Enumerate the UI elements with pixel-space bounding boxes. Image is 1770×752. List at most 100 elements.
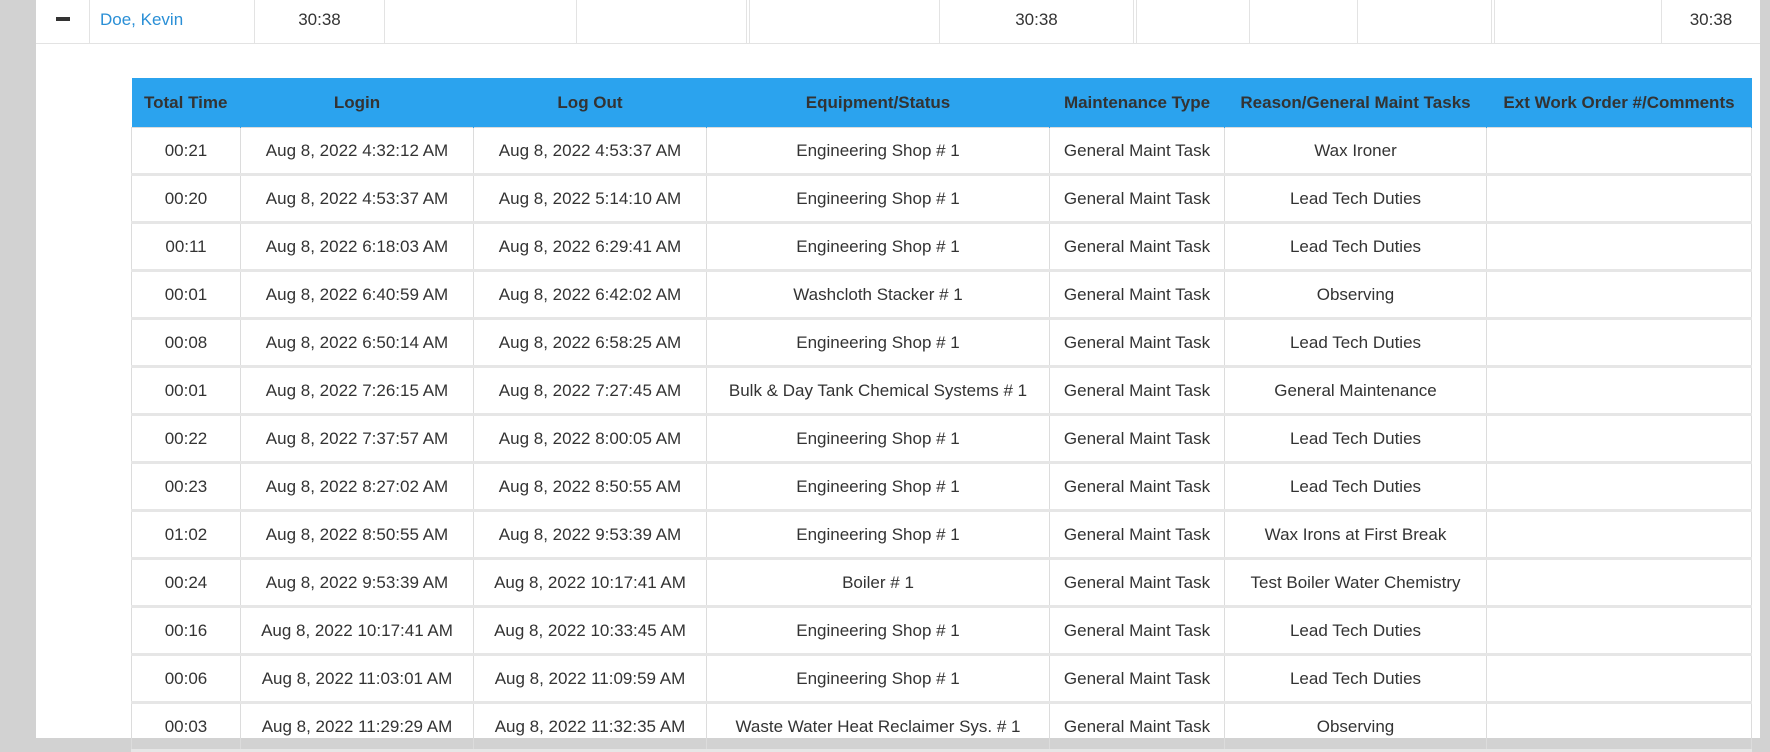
cell-logout: Aug 8, 2022 10:17:41 AM xyxy=(473,558,707,608)
cell-logout: Aug 8, 2022 6:58:25 AM xyxy=(473,318,707,368)
cell-equipment: Engineering Shop # 1 xyxy=(706,174,1050,224)
employee-summary-row: Doe, Kevin 30:38 30:38 30:38 xyxy=(36,0,1760,44)
cell-comments xyxy=(1486,174,1752,224)
cell-maintenance-type: General Maint Task xyxy=(1049,174,1225,224)
cell-login: Aug 8, 2022 6:18:03 AM xyxy=(240,222,474,272)
cell-comments xyxy=(1486,318,1752,368)
cell-total-time: 00:23 xyxy=(131,462,241,512)
cell-logout: Aug 8, 2022 6:42:02 AM xyxy=(473,270,707,320)
table-row: 00:22 Aug 8, 2022 7:37:57 AM Aug 8, 2022… xyxy=(131,414,1752,464)
cell-equipment: Washcloth Stacker # 1 xyxy=(706,270,1050,320)
cell-reason: General Maintenance xyxy=(1224,366,1487,416)
cell-reason: Lead Tech Duties xyxy=(1224,462,1487,512)
time-entries-table: Total Time Login Log Out Equipment/Statu… xyxy=(131,78,1752,752)
cell-equipment: Engineering Shop # 1 xyxy=(706,222,1050,272)
cell-equipment: Engineering Shop # 1 xyxy=(706,462,1050,512)
table-row: 00:01 Aug 8, 2022 7:26:15 AM Aug 8, 2022… xyxy=(131,366,1752,416)
summary-empty-cell xyxy=(750,0,940,43)
cell-equipment: Engineering Shop # 1 xyxy=(706,318,1050,368)
cell-comments xyxy=(1486,558,1752,608)
minus-icon xyxy=(55,16,70,21)
cell-maintenance-type: General Maint Task xyxy=(1049,127,1225,176)
cell-total-time: 00:06 xyxy=(131,654,241,704)
cell-logout: Aug 8, 2022 8:50:55 AM xyxy=(473,462,707,512)
cell-logout: Aug 8, 2022 5:14:10 AM xyxy=(473,174,707,224)
cell-login: Aug 8, 2022 8:27:02 AM xyxy=(240,462,474,512)
cell-equipment: Boiler # 1 xyxy=(706,558,1050,608)
cell-maintenance-type: General Maint Task xyxy=(1049,462,1225,512)
cell-equipment: Engineering Shop # 1 xyxy=(706,654,1050,704)
cell-total-time: 01:02 xyxy=(131,510,241,560)
cell-login: Aug 8, 2022 7:37:57 AM xyxy=(240,414,474,464)
cell-login: Aug 8, 2022 10:17:41 AM xyxy=(240,606,474,656)
cell-comments xyxy=(1486,654,1752,704)
cell-comments xyxy=(1486,270,1752,320)
cell-comments xyxy=(1486,414,1752,464)
cell-maintenance-type: General Maint Task xyxy=(1049,270,1225,320)
summary-total-time: 30:38 xyxy=(255,0,385,43)
cell-logout: Aug 8, 2022 11:09:59 AM xyxy=(473,654,707,704)
cell-reason: Wax Irons at First Break xyxy=(1224,510,1487,560)
summary-empty-cell xyxy=(1358,0,1492,43)
cell-login: Aug 8, 2022 9:53:39 AM xyxy=(240,558,474,608)
summary-empty-cell xyxy=(1250,0,1358,43)
summary-empty-cell xyxy=(385,0,577,43)
employee-cell: Doe, Kevin xyxy=(90,0,255,43)
table-row: 00:11 Aug 8, 2022 6:18:03 AM Aug 8, 2022… xyxy=(131,222,1752,272)
cell-total-time: 00:03 xyxy=(131,702,241,752)
column-header-equipment[interactable]: Equipment/Status xyxy=(706,78,1050,128)
cell-comments xyxy=(1486,366,1752,416)
table-row: 00:01 Aug 8, 2022 6:40:59 AM Aug 8, 2022… xyxy=(131,270,1752,320)
cell-logout: Aug 8, 2022 4:53:37 AM xyxy=(473,127,707,176)
cell-comments xyxy=(1486,127,1752,176)
table-row: 01:02 Aug 8, 2022 8:50:55 AM Aug 8, 2022… xyxy=(131,510,1752,560)
cell-comments xyxy=(1486,702,1752,752)
cell-total-time: 00:08 xyxy=(131,318,241,368)
summary-value-cell: 30:38 xyxy=(1689,10,1733,29)
summary-empty-cell xyxy=(1495,0,1662,43)
table-row: 00:20 Aug 8, 2022 4:53:37 AM Aug 8, 2022… xyxy=(131,174,1752,224)
cell-logout: Aug 8, 2022 8:00:05 AM xyxy=(473,414,707,464)
employee-name-link[interactable]: Doe, Kevin xyxy=(90,10,183,29)
cell-equipment: Waste Water Heat Reclaimer Sys. # 1 xyxy=(706,702,1050,752)
cell-equipment: Bulk & Day Tank Chemical Systems # 1 xyxy=(706,366,1050,416)
cell-login: Aug 8, 2022 4:32:12 AM xyxy=(240,127,474,176)
cell-reason: Lead Tech Duties xyxy=(1224,414,1487,464)
table-row: 00:23 Aug 8, 2022 8:27:02 AM Aug 8, 2022… xyxy=(131,462,1752,512)
cell-reason: Lead Tech Duties xyxy=(1224,654,1487,704)
cell-logout: Aug 8, 2022 9:53:39 AM xyxy=(473,510,707,560)
cell-maintenance-type: General Maint Task xyxy=(1049,654,1225,704)
cell-total-time: 00:01 xyxy=(131,366,241,416)
column-header-reason[interactable]: Reason/General Maint Tasks xyxy=(1224,78,1487,128)
cell-total-time: 00:21 xyxy=(131,127,241,176)
column-header-logout[interactable]: Log Out xyxy=(473,78,707,128)
column-header-login[interactable]: Login xyxy=(240,78,474,128)
cell-reason: Test Boiler Water Chemistry xyxy=(1224,558,1487,608)
cell-login: Aug 8, 2022 7:26:15 AM xyxy=(240,366,474,416)
cell-comments xyxy=(1486,606,1752,656)
table-row: 00:08 Aug 8, 2022 6:50:14 AM Aug 8, 2022… xyxy=(131,318,1752,368)
collapse-button[interactable] xyxy=(36,0,90,43)
cell-equipment: Engineering Shop # 1 xyxy=(706,127,1050,176)
cell-login: Aug 8, 2022 6:40:59 AM xyxy=(240,270,474,320)
cell-logout: Aug 8, 2022 7:27:45 AM xyxy=(473,366,707,416)
table-row: 00:16 Aug 8, 2022 10:17:41 AM Aug 8, 202… xyxy=(131,606,1752,656)
cell-maintenance-type: General Maint Task xyxy=(1049,414,1225,464)
cell-equipment: Engineering Shop # 1 xyxy=(706,414,1050,464)
cell-logout: Aug 8, 2022 11:32:35 AM xyxy=(473,702,707,752)
cell-reason: Observing xyxy=(1224,702,1487,752)
column-header-comments[interactable]: Ext Work Order #/Comments xyxy=(1486,78,1752,128)
cell-total-time: 00:11 xyxy=(131,222,241,272)
column-header-maintenance-type[interactable]: Maintenance Type xyxy=(1049,78,1225,128)
cell-reason: Lead Tech Duties xyxy=(1224,318,1487,368)
cell-reason: Lead Tech Duties xyxy=(1224,222,1487,272)
cell-maintenance-type: General Maint Task xyxy=(1049,558,1225,608)
cell-maintenance-type: General Maint Task xyxy=(1049,606,1225,656)
column-header-total-time[interactable]: Total Time xyxy=(131,78,241,128)
cell-total-time: 00:24 xyxy=(131,558,241,608)
cell-maintenance-type: General Maint Task xyxy=(1049,222,1225,272)
cell-reason: Wax Ironer xyxy=(1224,127,1487,176)
table-header-row: Total Time Login Log Out Equipment/Statu… xyxy=(131,78,1752,128)
cell-maintenance-type: General Maint Task xyxy=(1049,366,1225,416)
table-row: 00:06 Aug 8, 2022 11:03:01 AM Aug 8, 202… xyxy=(131,654,1752,704)
